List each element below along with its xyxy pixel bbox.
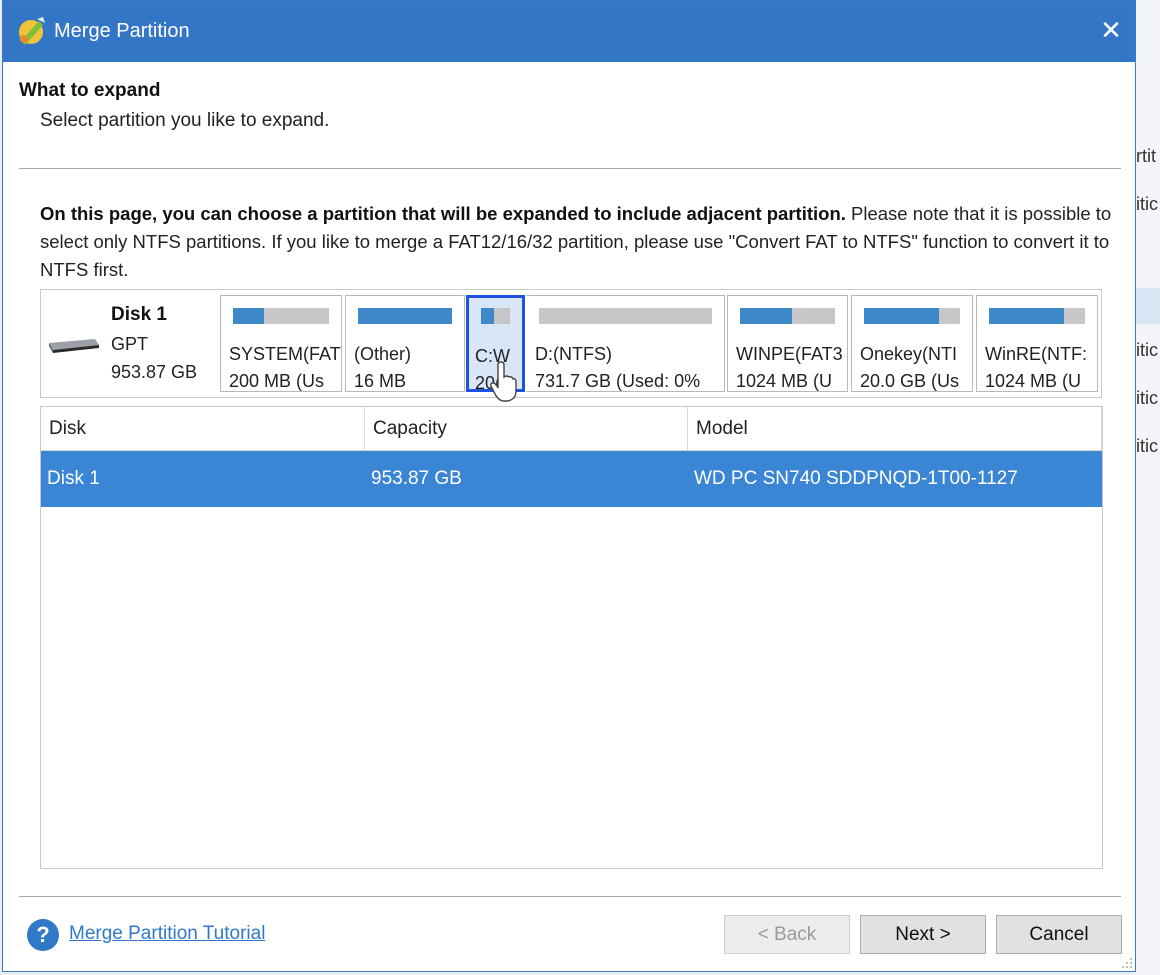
footer-separator [19, 896, 1121, 897]
usage-bar [358, 308, 452, 324]
partition-wizard-icon [19, 17, 45, 45]
disk-type: GPT [111, 334, 149, 354]
disk-name: Disk 1 [111, 304, 167, 325]
partition-onekey[interactable]: Onekey(NTI 20.0 GB (Us [851, 295, 973, 392]
question-icon[interactable]: ? [27, 919, 59, 951]
partition-label: Onekey(NTI [860, 344, 958, 364]
partition-winpe[interactable]: WINPE(FAT3 1024 MB (U [727, 295, 848, 392]
usage-bar [989, 308, 1085, 324]
partition-size: 731.7 GB (Used: 0% [535, 371, 701, 391]
usage-fill [989, 308, 1064, 324]
instructions: On this page, you can choose a partition… [40, 200, 1120, 284]
usage-bar [233, 308, 329, 324]
back-button[interactable]: < Back [724, 915, 850, 954]
background-text: itic [1136, 194, 1158, 214]
column-header-model[interactable]: Model [688, 407, 1102, 451]
usage-bar [740, 308, 835, 324]
header-separator [19, 168, 1121, 169]
partition-other[interactable]: (Other) 16 MB [345, 295, 465, 392]
partition-label: D:(NTFS) [535, 344, 612, 364]
partition-system[interactable]: SYSTEM(FAT 200 MB (Us [220, 295, 342, 392]
usage-fill [864, 308, 939, 324]
table-header: Disk Capacity Model [41, 407, 1102, 451]
usage-bar [864, 308, 960, 324]
partition-size: 1024 MB (U [736, 371, 833, 391]
background-text: itic [1136, 388, 1158, 408]
background-text: itic [1136, 436, 1158, 456]
disk-info[interactable]: Disk 1 GPT 953.87 GB [41, 290, 217, 397]
background-text: itic [1136, 340, 1158, 360]
partition-size: 1024 MB (U [985, 371, 1082, 391]
partition-size: 16 MB [354, 371, 407, 391]
usage-fill [233, 308, 264, 324]
close-button[interactable]: ✕ [1095, 14, 1127, 46]
tutorial-link[interactable]: Merge Partition Tutorial [69, 923, 265, 945]
partition-label: WinRE(NTF: [985, 344, 1087, 364]
partition-label: (Other) [354, 344, 412, 364]
disk-map: Disk 1 GPT 953.87 GB SYSTEM(FAT 200 MB (… [40, 289, 1102, 398]
usage-bar [481, 308, 510, 324]
cell-capacity: 953.87 GB [371, 468, 462, 489]
background-highlight [1136, 288, 1160, 324]
disk-table: Disk Capacity Model Disk 1 953.87 GB WD … [40, 406, 1103, 869]
partition-winre[interactable]: WinRE(NTF: 1024 MB (U [976, 295, 1098, 392]
usage-bar [539, 308, 712, 324]
usage-fill [358, 308, 452, 324]
resize-grip-icon[interactable] [1121, 957, 1133, 969]
hard-disk-icon [49, 339, 99, 353]
usage-fill [740, 308, 793, 324]
table-row[interactable]: Disk 1 953.87 GB WD PC SN740 SDDPNQD-1T0… [41, 451, 1102, 507]
usage-fill [481, 308, 495, 324]
partition-size: 20.0 GB (Us [860, 371, 960, 391]
page-title: What to expand [19, 80, 161, 101]
background-app: rtit itic itic itic itic [1136, 0, 1160, 975]
window-title: Merge Partition [54, 20, 190, 42]
cell-disk: Disk 1 [47, 468, 100, 489]
partition-d[interactable]: D:(NTFS) 731.7 GB (Used: 0% [526, 295, 725, 392]
partition-label: WINPE(FAT3 [736, 344, 843, 364]
cancel-button[interactable]: Cancel [996, 915, 1122, 954]
cell-model: WD PC SN740 SDDPNQD-1T00-1127 [694, 468, 1018, 489]
title-bar: Merge Partition ✕ [3, 1, 1135, 62]
page-subtitle: Select partition you like to expand. [40, 110, 330, 131]
merge-partition-dialog: Merge Partition ✕ What to expand Select … [2, 0, 1136, 972]
background-text: rtit [1136, 146, 1156, 166]
partition-size: 200 MB (Us [229, 371, 325, 391]
instructions-bold: On this page, you can choose a partition… [40, 203, 846, 224]
disk-size: 953.87 GB [111, 362, 198, 382]
next-button[interactable]: Next > [860, 915, 986, 954]
hand-cursor-icon [490, 361, 517, 402]
column-header-disk[interactable]: Disk [41, 407, 365, 451]
partition-label: SYSTEM(FAT [229, 344, 341, 364]
column-header-capacity[interactable]: Capacity [365, 407, 688, 451]
